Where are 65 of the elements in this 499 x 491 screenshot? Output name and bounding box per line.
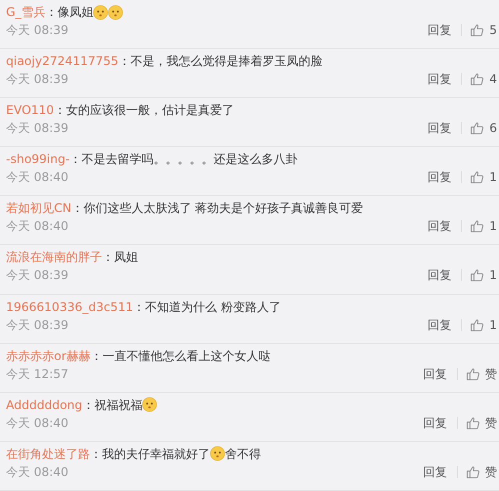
thumbs-up-icon [470,219,484,234]
emoji-icon [210,446,225,462]
like-button[interactable]: 1 [470,266,497,284]
colon-text: ： [118,53,130,70]
thumbs-up-icon [470,72,484,86]
reply-button[interactable]: 回复 [427,21,452,39]
colon-text: ： [45,4,58,21]
thumbs-up-icon [470,170,484,184]
reply-button[interactable]: 回复 [423,414,447,432]
reply-button[interactable]: 回复 [427,119,452,138]
thumbs-up-icon [470,121,484,136]
reply-button[interactable]: 回复 [423,462,447,481]
colon-text: ： [102,249,114,266]
comment-text: 不是，我怎么觉得是捧着罗玉凤的脸 [130,53,322,70]
emoji-icon [108,4,124,20]
comment-text: 我的夫仔幸福就好了 [102,446,210,463]
timestamp: 今天 12:57 [6,366,68,383]
colon-text: ： [71,200,84,218]
thumbs-up-icon [466,416,480,430]
reply-button[interactable]: 回复 [427,266,452,284]
like-button[interactable]: 赞 [466,364,497,383]
timestamp: 今天 08:39 [6,316,68,334]
like-button[interactable]: 1 [470,168,497,186]
colon-text: ： [54,102,66,120]
like-button[interactable]: 赞 [466,462,497,481]
timestamp: 今天 08:39 [6,71,68,88]
timestamp: 今天 08:40 [6,169,68,186]
emoji-icon [142,397,158,412]
reply-button[interactable]: 回复 [427,217,452,236]
colon-text: ： [70,151,82,168]
emoji-icon [93,4,108,20]
like-button[interactable]: 1 [470,316,497,334]
timestamp: 今天 08:39 [6,267,68,284]
colon-text: ： [82,396,94,414]
timestamp: 今天 08:40 [6,414,68,432]
timestamp: 今天 08:40 [6,218,68,236]
timestamp: 今天 08:39 [6,22,68,39]
like-button[interactable]: 6 [470,119,497,138]
timestamp: 今天 08:40 [6,464,68,481]
timestamp: 今天 08:39 [6,120,68,138]
reply-button[interactable]: 回复 [427,316,452,334]
colon-text: ： [133,298,146,316]
reply-button[interactable]: 回复 [427,168,452,186]
colon-text: ： [90,446,102,463]
thumbs-up-icon [470,268,484,282]
thumbs-up-icon [466,464,480,479]
like-button[interactable]: 4 [470,70,497,88]
comment-text: 凤姐 [114,249,138,266]
thumbs-up-icon [466,366,480,381]
comment-text: 不知道为什么 粉变路人了 [145,298,281,316]
comment-text: 像凤姐 [57,4,94,21]
like-button[interactable]: 5 [470,21,497,39]
comment-text: 祝福祝福 [94,396,142,414]
like-button[interactable]: 1 [470,217,497,236]
comment-text: 你们这些人太肤浅了 蒋劲夫是个好孩子真诚善良可爱 [83,200,364,218]
like-button[interactable]: 赞 [466,414,497,432]
reply-button[interactable]: 回复 [423,364,447,383]
thumbs-up-icon [470,318,484,332]
comment-text: 一直不懂他怎么看上这个女人哒 [102,348,270,365]
colon-text: ： [90,348,102,365]
comment-text: 舍不得 [225,446,261,463]
reply-button[interactable]: 回复 [427,70,452,88]
comment-text: 女的应该很一般，估计是真爱了 [66,102,234,120]
thumbs-up-icon [470,23,484,37]
comment-text: 不是去留学吗。。。。。还是这么多八卦 [82,151,298,168]
